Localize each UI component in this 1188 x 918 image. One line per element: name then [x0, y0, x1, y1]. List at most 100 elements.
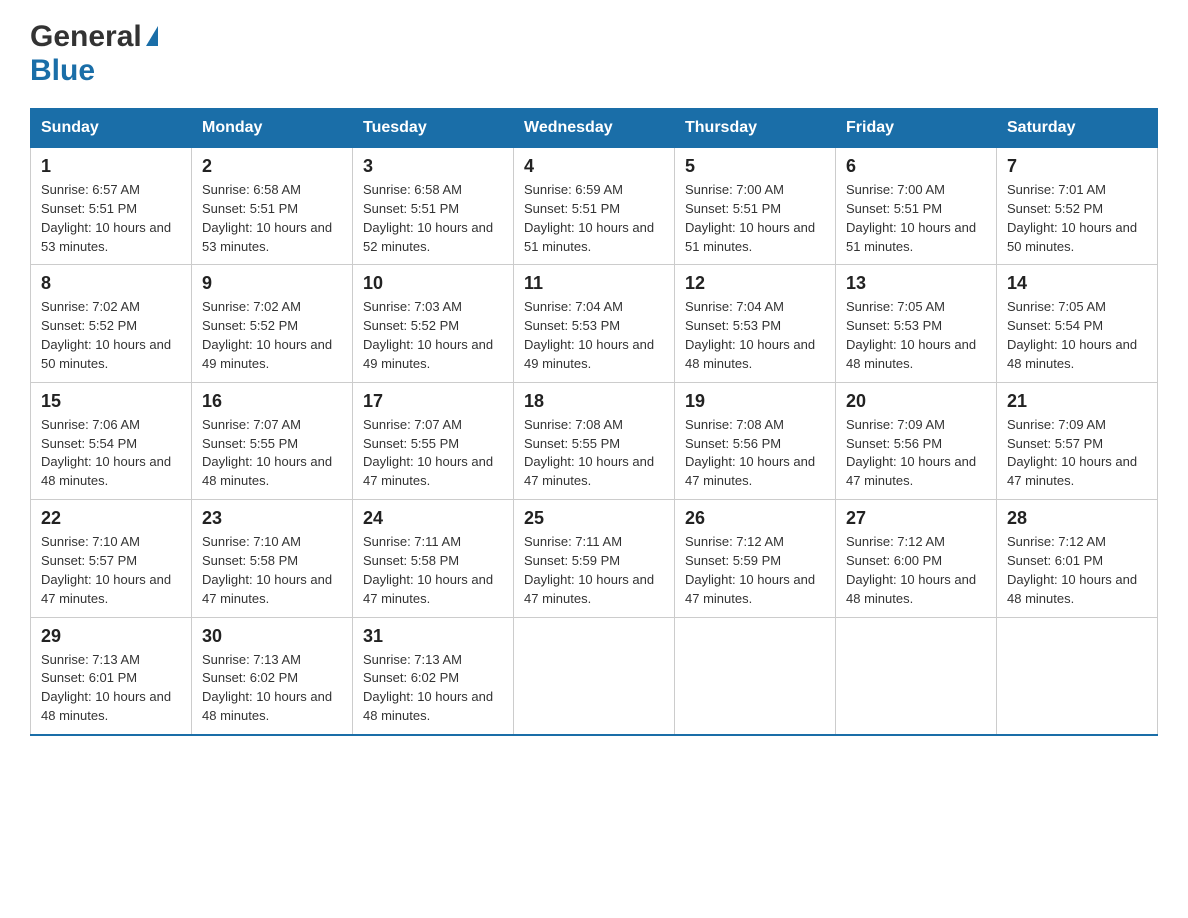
day-info: Sunrise: 7:07 AMSunset: 5:55 PMDaylight:… [202, 417, 332, 489]
logo-row: General [30, 20, 158, 54]
day-info: Sunrise: 7:02 AMSunset: 5:52 PMDaylight:… [41, 299, 171, 371]
calendar-header-row: SundayMondayTuesdayWednesdayThursdayFrid… [31, 109, 1158, 148]
page-header: General Blue [30, 20, 1158, 88]
day-number: 12 [685, 273, 825, 294]
calendar-week-4: 22 Sunrise: 7:10 AMSunset: 5:57 PMDaylig… [31, 500, 1158, 617]
calendar-cell: 6 Sunrise: 7:00 AMSunset: 5:51 PMDayligh… [836, 148, 997, 265]
day-number: 11 [524, 273, 664, 294]
header-tuesday: Tuesday [353, 109, 514, 148]
calendar-cell: 11 Sunrise: 7:04 AMSunset: 5:53 PMDaylig… [514, 265, 675, 382]
day-number: 30 [202, 626, 342, 647]
day-info: Sunrise: 7:13 AMSunset: 6:02 PMDaylight:… [363, 652, 493, 724]
day-info: Sunrise: 7:01 AMSunset: 5:52 PMDaylight:… [1007, 182, 1137, 254]
calendar-cell: 5 Sunrise: 7:00 AMSunset: 5:51 PMDayligh… [675, 148, 836, 265]
day-info: Sunrise: 7:10 AMSunset: 5:58 PMDaylight:… [202, 534, 332, 606]
calendar-cell: 9 Sunrise: 7:02 AMSunset: 5:52 PMDayligh… [192, 265, 353, 382]
calendar-cell: 10 Sunrise: 7:03 AMSunset: 5:52 PMDaylig… [353, 265, 514, 382]
day-number: 17 [363, 391, 503, 412]
calendar-cell: 14 Sunrise: 7:05 AMSunset: 5:54 PMDaylig… [997, 265, 1158, 382]
calendar-cell [675, 617, 836, 735]
day-info: Sunrise: 7:04 AMSunset: 5:53 PMDaylight:… [685, 299, 815, 371]
day-info: Sunrise: 7:09 AMSunset: 5:56 PMDaylight:… [846, 417, 976, 489]
day-info: Sunrise: 7:03 AMSunset: 5:52 PMDaylight:… [363, 299, 493, 371]
calendar-cell: 18 Sunrise: 7:08 AMSunset: 5:55 PMDaylig… [514, 382, 675, 499]
day-number: 26 [685, 508, 825, 529]
day-number: 6 [846, 156, 986, 177]
day-number: 10 [363, 273, 503, 294]
logo-blue-text: Blue [30, 54, 95, 87]
calendar-cell: 17 Sunrise: 7:07 AMSunset: 5:55 PMDaylig… [353, 382, 514, 499]
header-thursday: Thursday [675, 109, 836, 148]
day-info: Sunrise: 7:08 AMSunset: 5:55 PMDaylight:… [524, 417, 654, 489]
day-number: 19 [685, 391, 825, 412]
day-number: 25 [524, 508, 664, 529]
calendar-cell: 21 Sunrise: 7:09 AMSunset: 5:57 PMDaylig… [997, 382, 1158, 499]
day-number: 20 [846, 391, 986, 412]
logo-blue-row: Blue [30, 54, 158, 88]
day-number: 9 [202, 273, 342, 294]
header-monday: Monday [192, 109, 353, 148]
day-info: Sunrise: 7:05 AMSunset: 5:54 PMDaylight:… [1007, 299, 1137, 371]
day-number: 14 [1007, 273, 1147, 294]
calendar-cell: 28 Sunrise: 7:12 AMSunset: 6:01 PMDaylig… [997, 500, 1158, 617]
calendar-week-1: 1 Sunrise: 6:57 AMSunset: 5:51 PMDayligh… [31, 148, 1158, 265]
calendar-cell: 24 Sunrise: 7:11 AMSunset: 5:58 PMDaylig… [353, 500, 514, 617]
day-number: 8 [41, 273, 181, 294]
day-info: Sunrise: 7:00 AMSunset: 5:51 PMDaylight:… [685, 182, 815, 254]
calendar-cell: 30 Sunrise: 7:13 AMSunset: 6:02 PMDaylig… [192, 617, 353, 735]
day-info: Sunrise: 7:12 AMSunset: 6:00 PMDaylight:… [846, 534, 976, 606]
day-number: 27 [846, 508, 986, 529]
calendar-cell: 23 Sunrise: 7:10 AMSunset: 5:58 PMDaylig… [192, 500, 353, 617]
calendar-cell: 19 Sunrise: 7:08 AMSunset: 5:56 PMDaylig… [675, 382, 836, 499]
day-number: 7 [1007, 156, 1147, 177]
day-info: Sunrise: 7:07 AMSunset: 5:55 PMDaylight:… [363, 417, 493, 489]
calendar-cell: 4 Sunrise: 6:59 AMSunset: 5:51 PMDayligh… [514, 148, 675, 265]
logo: General Blue [30, 20, 158, 88]
calendar-cell: 27 Sunrise: 7:12 AMSunset: 6:00 PMDaylig… [836, 500, 997, 617]
day-info: Sunrise: 7:09 AMSunset: 5:57 PMDaylight:… [1007, 417, 1137, 489]
header-friday: Friday [836, 109, 997, 148]
calendar-cell: 31 Sunrise: 7:13 AMSunset: 6:02 PMDaylig… [353, 617, 514, 735]
day-info: Sunrise: 7:13 AMSunset: 6:02 PMDaylight:… [202, 652, 332, 724]
day-info: Sunrise: 7:10 AMSunset: 5:57 PMDaylight:… [41, 534, 171, 606]
day-number: 21 [1007, 391, 1147, 412]
day-info: Sunrise: 7:04 AMSunset: 5:53 PMDaylight:… [524, 299, 654, 371]
day-info: Sunrise: 7:00 AMSunset: 5:51 PMDaylight:… [846, 182, 976, 254]
day-number: 4 [524, 156, 664, 177]
calendar-cell: 20 Sunrise: 7:09 AMSunset: 5:56 PMDaylig… [836, 382, 997, 499]
day-number: 24 [363, 508, 503, 529]
calendar-week-5: 29 Sunrise: 7:13 AMSunset: 6:01 PMDaylig… [31, 617, 1158, 735]
day-number: 2 [202, 156, 342, 177]
logo-arrow-icon [146, 26, 158, 46]
day-number: 16 [202, 391, 342, 412]
calendar-cell: 29 Sunrise: 7:13 AMSunset: 6:01 PMDaylig… [31, 617, 192, 735]
calendar-cell: 3 Sunrise: 6:58 AMSunset: 5:51 PMDayligh… [353, 148, 514, 265]
day-number: 23 [202, 508, 342, 529]
day-info: Sunrise: 7:11 AMSunset: 5:58 PMDaylight:… [363, 534, 493, 606]
day-info: Sunrise: 6:58 AMSunset: 5:51 PMDaylight:… [363, 182, 493, 254]
calendar-cell: 15 Sunrise: 7:06 AMSunset: 5:54 PMDaylig… [31, 382, 192, 499]
calendar-table: SundayMondayTuesdayWednesdayThursdayFrid… [30, 108, 1158, 736]
day-number: 15 [41, 391, 181, 412]
day-number: 22 [41, 508, 181, 529]
day-info: Sunrise: 7:08 AMSunset: 5:56 PMDaylight:… [685, 417, 815, 489]
day-number: 31 [363, 626, 503, 647]
calendar-cell: 2 Sunrise: 6:58 AMSunset: 5:51 PMDayligh… [192, 148, 353, 265]
day-info: Sunrise: 7:13 AMSunset: 6:01 PMDaylight:… [41, 652, 171, 724]
calendar-cell: 25 Sunrise: 7:11 AMSunset: 5:59 PMDaylig… [514, 500, 675, 617]
day-number: 13 [846, 273, 986, 294]
day-info: Sunrise: 6:57 AMSunset: 5:51 PMDaylight:… [41, 182, 171, 254]
day-number: 29 [41, 626, 181, 647]
day-number: 5 [685, 156, 825, 177]
calendar-cell [836, 617, 997, 735]
header-sunday: Sunday [31, 109, 192, 148]
day-number: 1 [41, 156, 181, 177]
calendar-week-2: 8 Sunrise: 7:02 AMSunset: 5:52 PMDayligh… [31, 265, 1158, 382]
day-info: Sunrise: 7:11 AMSunset: 5:59 PMDaylight:… [524, 534, 654, 606]
calendar-cell: 7 Sunrise: 7:01 AMSunset: 5:52 PMDayligh… [997, 148, 1158, 265]
day-number: 3 [363, 156, 503, 177]
day-info: Sunrise: 7:06 AMSunset: 5:54 PMDaylight:… [41, 417, 171, 489]
calendar-cell: 16 Sunrise: 7:07 AMSunset: 5:55 PMDaylig… [192, 382, 353, 499]
day-info: Sunrise: 7:02 AMSunset: 5:52 PMDaylight:… [202, 299, 332, 371]
day-info: Sunrise: 7:05 AMSunset: 5:53 PMDaylight:… [846, 299, 976, 371]
